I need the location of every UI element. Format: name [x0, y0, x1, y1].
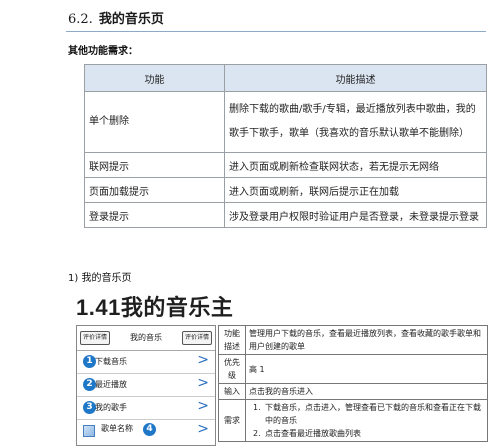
chevron-right-icon: >: [197, 375, 209, 391]
detail-value: 高 1: [245, 354, 488, 384]
phone-row-singers[interactable]: 3 我的歌手 >: [77, 397, 215, 420]
table-row: 联网提示 进入页面或刷新检查联网状态，若无提示无网络: [84, 152, 487, 178]
phone-mockup: 评价详情 我的音乐 评价详情 1 下载音乐 > 2 最近播放 > 3 我的歌手 …: [76, 325, 216, 446]
detail-key: 优先级: [218, 354, 246, 384]
requirements-table: 功能 功能描述 单个删除 删除下载的歌曲/歌手/专辑，最近播放列表中歌曲，我的歌…: [84, 64, 487, 228]
feature-cell: 登录提示: [84, 202, 225, 228]
subheading: 其他功能需求：: [68, 46, 138, 57]
section-heading: 6.2. 我的音乐页: [68, 8, 164, 27]
phone-row-recent[interactable]: 2 最近播放 >: [77, 374, 215, 397]
feature-cell: 联网提示: [84, 152, 225, 178]
phone-right-button[interactable]: 评价详情: [181, 331, 212, 345]
chevron-right-icon: >: [197, 398, 209, 414]
requirement-list: 1. 下载音乐，点击进入，管理查看已下载的音乐和查看正在下载中的音乐 2. 点击查看…: [249, 401, 484, 440]
playlist-label: 歌单名称: [101, 424, 133, 433]
chevron-right-icon: >: [197, 352, 209, 368]
list-item-my-music: 1) 我的音乐页: [68, 273, 132, 284]
phone-header: 评价详情 我的音乐 评价详情: [77, 326, 215, 351]
big-title: 1.41我的音乐主: [76, 295, 234, 320]
row-label: 我的歌手: [95, 403, 127, 412]
chevron-right-icon: >: [197, 421, 209, 437]
detail-value: 1. 下载音乐，点击进入，管理查看已下载的音乐和查看正在下载中的音乐 2. 点击查看…: [245, 399, 488, 442]
list-item: 2. 点击查看最近播放歌曲列表: [253, 429, 361, 438]
list-item: 1. 下载音乐，点击进入，管理查看已下载的音乐和查看正在下载中的音乐: [253, 403, 481, 425]
desc-cell: 涉及登录用户权限时验证用户是否登录，未登录提示登录: [224, 202, 487, 228]
desc-cell: 删除下载的歌曲/歌手/专辑，最近播放列表中歌曲，我的歌手下歌手，歌单（我喜欢的音…: [224, 91, 487, 153]
table-row: 登录提示 涉及登录用户权限时验证用户是否登录，未登录提示登录: [84, 202, 487, 228]
phone-row-download[interactable]: 1 下载音乐 >: [77, 351, 215, 374]
table-row: 功能描述 管理用户下载的音乐，查看最近播放列表，查看收藏的歌手歌单和用户创建的歌…: [218, 325, 488, 355]
number-badge: 4: [143, 423, 156, 436]
detail-key: 功能描述: [218, 325, 246, 355]
header-feature: 功能: [84, 64, 225, 92]
detail-value: 点击我的音乐进入: [245, 383, 488, 400]
detail-value: 管理用户下载的音乐，查看最近播放列表，查看收藏的歌手歌单和用户创建的歌单: [245, 325, 488, 355]
row-label: 下载音乐: [95, 357, 127, 366]
desc-cell: 进入页面或刷新检查联网状态，若无提示无网络: [224, 152, 487, 178]
playlist-image-icon: [83, 425, 95, 437]
table-row: 输入 点击我的音乐进入: [218, 383, 488, 400]
table-row: 优先级 高 1: [218, 354, 488, 384]
feature-cell: 页面加载提示: [84, 177, 225, 203]
section-number: 6.2.: [68, 12, 93, 27]
feature-cell: 单个删除: [84, 91, 225, 153]
detail-key: 输入: [218, 383, 246, 400]
heading-rule: [66, 31, 486, 32]
requirement-text: 点击查看最近播放歌曲列表: [265, 429, 361, 438]
table-row: 需求 1. 下载音乐，点击进入，管理查看已下载的音乐和查看正在下载中的音乐 2. 点…: [218, 399, 488, 442]
table-row: 单个删除 删除下载的歌曲/歌手/专辑，最近播放列表中歌曲，我的歌手下歌手，歌单（…: [84, 91, 487, 153]
section-title: 我的音乐页: [98, 12, 164, 27]
requirement-text: 下载音乐，点击进入，管理查看已下载的音乐和查看正在下载中的音乐: [265, 403, 481, 425]
phone-row-playlist[interactable]: 歌单名称 4 >: [77, 420, 215, 442]
desc-cell: 进入页面或刷新，联网后提示正在加载: [224, 177, 487, 203]
detail-table: 功能描述 管理用户下载的音乐，查看最近播放列表，查看收藏的歌手歌单和用户创建的歌…: [218, 325, 488, 442]
detail-key: 需求: [218, 399, 246, 442]
header-desc: 功能描述: [224, 64, 487, 92]
table-row: 页面加载提示 进入页面或刷新，联网后提示正在加载: [84, 177, 487, 203]
row-label: 最近播放: [95, 380, 127, 389]
